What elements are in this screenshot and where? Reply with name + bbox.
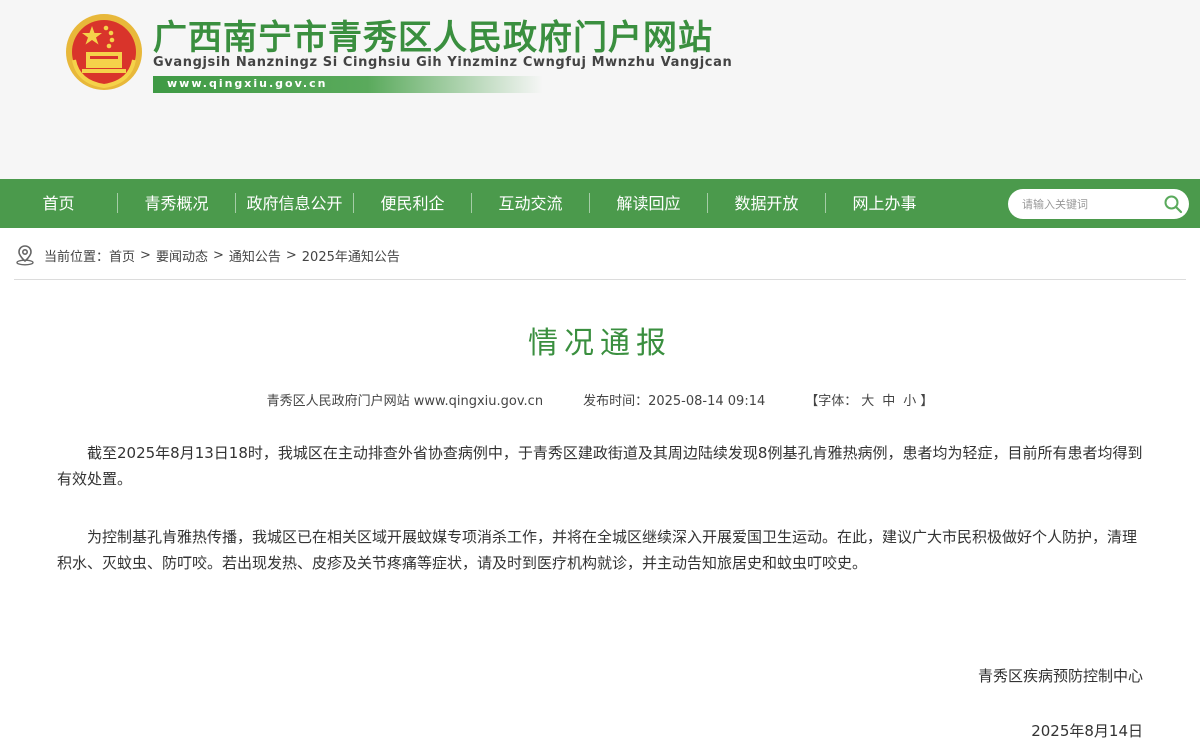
site-header: 广西南宁市青秀区人民政府门户网站 Gvangjsih Nanzningz Si … [0, 0, 1200, 179]
article-paragraph: 为控制基孔肯雅热传播，我城区已在相关区域开展蚊媒专项消杀工作，并将在全城区继续深… [57, 528, 1138, 572]
search-input[interactable] [1022, 194, 1152, 214]
publish-time: 2025-08-14 09:14 [648, 394, 766, 409]
article-title: 情况通报 [528, 326, 672, 361]
article-meta: 青秀区人民政府门户网站 www.qingxiu.gov.cn 发布时间：2025-… [0, 390, 1200, 409]
breadcrumb-home[interactable]: 首页 [109, 246, 135, 265]
font-size-medium-button[interactable]: 中 [882, 390, 895, 409]
search-box [1008, 189, 1189, 219]
font-size-label-open: 【字体： [805, 394, 858, 409]
location-pin-icon [16, 245, 34, 266]
breadcrumb-news[interactable]: 要闻动态 [156, 246, 208, 265]
content-divider [14, 279, 1186, 280]
site-subtitle: Gvangjsih Nanzningz Si Cinghsiu Gih Yinz… [153, 55, 733, 70]
publish-label: 发布时间： [583, 394, 649, 409]
nav-list: 首页 青秀概况 政府信息公开 便民利企 互动交流 解读回应 数据开放 网上办事 [0, 179, 943, 228]
article-source: 青秀区人民政府门户网站 www.qingxiu.gov.cn [266, 394, 544, 409]
national-emblem-icon [66, 14, 142, 90]
search-icon[interactable] [1163, 194, 1183, 214]
nav-item-interpretation[interactable]: 解读回应 [590, 179, 707, 228]
site-url-bar: www.qingxiu.gov.cn [153, 76, 543, 93]
site-title: 广西南宁市青秀区人民政府门户网站 [153, 18, 713, 58]
breadcrumb: 当前位置： 首页 > 要闻动态 > 通知公告 > 2025年通知公告 [14, 242, 400, 268]
font-size-large-button[interactable]: 大 [861, 390, 874, 409]
breadcrumb-separator: > [285, 247, 297, 263]
nav-item-services[interactable]: 便民利企 [354, 179, 471, 228]
breadcrumb-2025-notices[interactable]: 2025年通知公告 [302, 246, 400, 265]
signature-date: 2025年8月14日 [1031, 722, 1143, 740]
breadcrumb-separator: > [140, 247, 151, 263]
signature-organization: 青秀区疾病预防控制中心 [977, 667, 1143, 685]
nav-item-home[interactable]: 首页 [0, 179, 117, 228]
nav-item-overview[interactable]: 青秀概况 [118, 179, 235, 228]
nav-item-gov-info[interactable]: 政府信息公开 [236, 179, 353, 228]
breadcrumb-prefix: 当前位置： [44, 249, 110, 265]
nav-item-online-service[interactable]: 网上办事 [826, 179, 943, 228]
nav-item-interaction[interactable]: 互动交流 [472, 179, 589, 228]
breadcrumb-separator: > [212, 247, 224, 263]
font-size-small-button[interactable]: 小 [903, 390, 916, 409]
breadcrumb-notices[interactable]: 通知公告 [229, 246, 281, 265]
site-url: www.qingxiu.gov.cn [167, 77, 328, 90]
nav-item-open-data[interactable]: 数据开放 [708, 179, 825, 228]
article-paragraph: 截至2025年8月13日18时，我城区在主动排查外省协查病例中，于青秀区建政街道… [57, 444, 1143, 488]
font-size-label-close: 】 [920, 394, 934, 409]
